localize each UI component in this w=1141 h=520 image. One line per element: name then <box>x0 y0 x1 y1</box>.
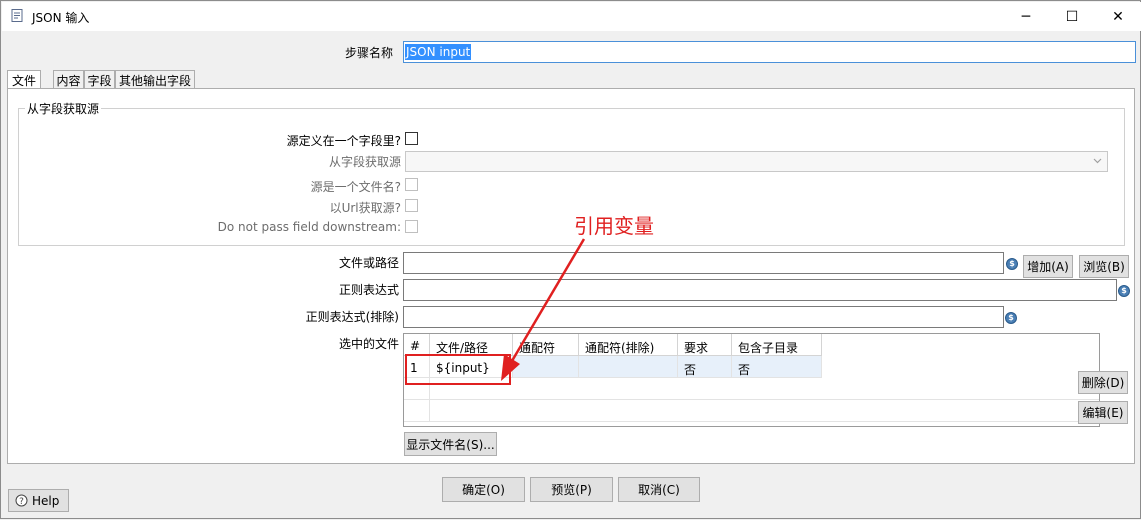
cancel-button[interactable]: 取消(C) <box>618 477 700 502</box>
annotation-label: 引用变量 <box>574 214 654 238</box>
help-button-label: Help <box>32 493 60 508</box>
ok-button[interactable]: 确定(O) <box>442 477 525 502</box>
help-icon: ? <box>15 494 28 507</box>
preview-button[interactable]: 预览(P) <box>530 477 613 502</box>
svg-text:?: ? <box>19 497 24 507</box>
help-button[interactable]: ? Help <box>8 489 69 512</box>
annotation-arrow <box>501 238 586 381</box>
dialog-window: JSON 输入 ─ ☐ ✕ 步骤名称 JSON input 文件 内容 字段 其… <box>0 0 1141 519</box>
